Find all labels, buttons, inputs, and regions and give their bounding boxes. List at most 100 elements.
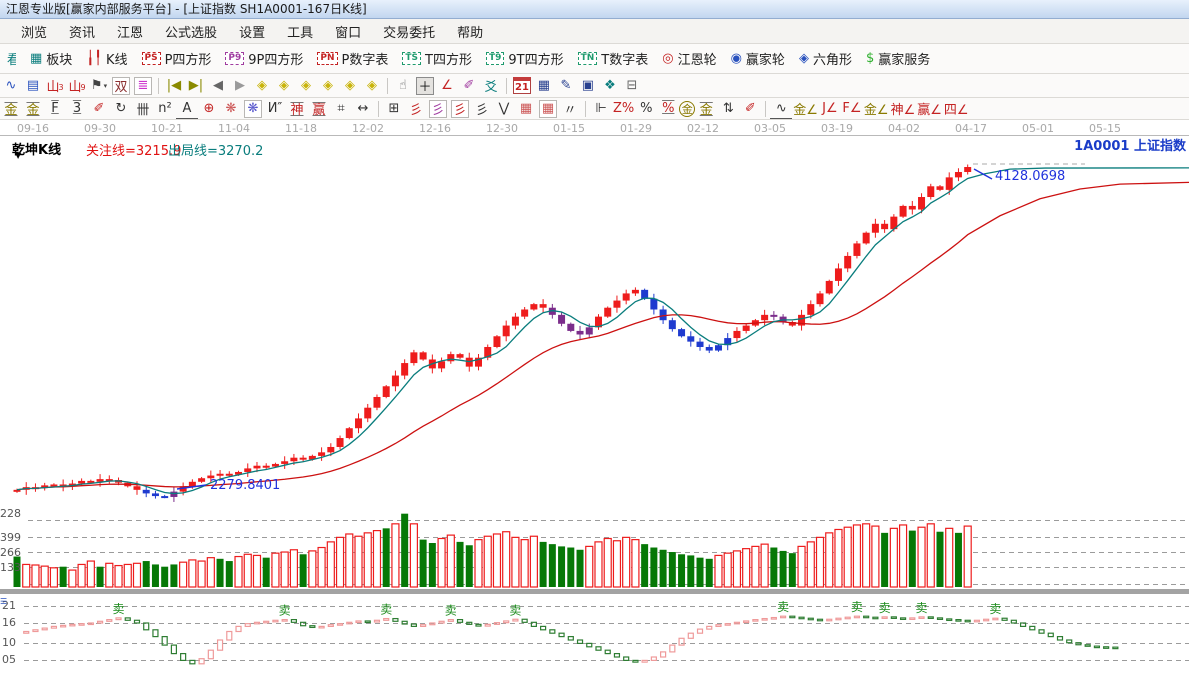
angle-line-tool-icon[interactable]: A [176, 98, 198, 119]
j-angle-tool-icon[interactable]: J∠ [819, 98, 841, 119]
diamond-right-icon[interactable]: ◈ [273, 74, 295, 97]
si-angle-tool-icon[interactable]: 四∠ [943, 98, 970, 119]
menu-item-trade-entrust[interactable]: 交易委托 [372, 20, 446, 43]
fan-red-box-tool-icon[interactable]: 彡 [451, 100, 469, 118]
svg-text:228: 228 [0, 507, 21, 520]
market-view-icon[interactable]: ❖ [599, 74, 621, 97]
menu-item-browse[interactable]: 浏览 [10, 20, 58, 43]
f-angle-tool-icon[interactable]: F∠ [841, 98, 863, 119]
clipped-home-icon[interactable]: 看 [0, 44, 23, 73]
flag-marker-icon[interactable]: ⚑▾ [88, 74, 110, 97]
next-bar-icon[interactable]: ▶ [229, 74, 251, 97]
calendar-icon[interactable]: 21 [513, 77, 531, 94]
parallel-lines-tool-icon[interactable]: 〃 [559, 98, 581, 119]
calculator-icon[interactable]: ▦ [533, 74, 555, 97]
printer-icon[interactable]: ⊟ [621, 74, 643, 97]
ruler-123-tool-icon[interactable]: ⌗ [330, 98, 352, 119]
9p-square-button[interactable]: P99P四方形 [218, 44, 310, 73]
ying-tool-icon[interactable]: 赢 [308, 98, 330, 119]
shen-tool-icon[interactable]: 神 [286, 98, 308, 119]
ying-angle-tool-icon[interactable]: 赢∠ [916, 98, 943, 119]
wave-overlap-tool-icon[interactable]: ∿ [770, 98, 792, 119]
t-square-button[interactable]: TST四方形 [395, 44, 479, 73]
menu-item-formula-stock-pick[interactable]: 公式选股 [154, 20, 228, 43]
stats-bars-tool-icon[interactable]: ⊩ [590, 98, 612, 119]
gold-split-tool-icon[interactable]: 金 [0, 98, 22, 119]
notepad-icon[interactable]: ✎ [555, 74, 577, 97]
diamond-full-icon[interactable]: ◈ [361, 74, 383, 97]
n-square-tool-icon[interactable]: n² [154, 98, 176, 119]
gold-angle-tool-icon[interactable]: 金∠ [792, 98, 819, 119]
brush-red-tool-icon[interactable]: ✐ [739, 98, 761, 119]
p-number-table-button[interactable]: PNP数字表 [310, 44, 395, 73]
fan-black-tool-icon[interactable]: 彡 [471, 98, 493, 119]
first-bar-icon[interactable]: |◀ [163, 74, 185, 97]
gold-line-tool-icon[interactable]: 金 [695, 98, 717, 119]
menu-item-window[interactable]: 窗口 [324, 20, 372, 43]
percent-line-tool-icon[interactable]: % [657, 98, 679, 119]
chan-lines-icon[interactable]: 爻 [480, 74, 502, 97]
circle-cross-tool-icon[interactable]: ⊕ [198, 98, 220, 119]
percent-tool-icon[interactable]: % [635, 98, 657, 119]
price-grid2-tool-icon[interactable]: ▦ [539, 100, 557, 118]
hand-tool-icon[interactable]: ☝ [392, 74, 414, 97]
chart-canvas[interactable]: 09-1609-3010-2111-0411-1812-0212-1612-30… [0, 120, 1189, 677]
curve-tool-icon[interactable]: ∿ [0, 74, 22, 97]
save-icon[interactable]: ▣ [577, 74, 599, 97]
svg-text:04-02: 04-02 [888, 122, 920, 135]
gold2-angle-tool-icon[interactable]: 金∠ [863, 98, 890, 119]
info-panel-icon[interactable]: ▤ [22, 74, 44, 97]
svg-text:01-29: 01-29 [620, 122, 652, 135]
kline-button[interactable]: ╽╿K线 [79, 44, 134, 73]
kline-3-icon[interactable]: 山3 [44, 74, 66, 97]
sector-button[interactable]: ▦板块 [23, 44, 79, 73]
kline-3-icon-sub: 3 [58, 83, 63, 92]
winner-service-button[interactable]: $赢家服务 [859, 44, 937, 73]
window-titlebar[interactable]: 江恩专业版[赢家内部服务平台] - [上证指数 SH1A0001-167日K线] [0, 0, 1189, 19]
window-grid-tool-icon[interactable]: ⊞ [383, 98, 405, 119]
menu-item-gann[interactable]: 江恩 [106, 20, 154, 43]
fibo-f-tool-icon[interactable]: F [44, 98, 66, 119]
three-split-tool-icon[interactable]: 3 [66, 98, 88, 119]
draw-pen-tool-icon[interactable]: ✐ [88, 98, 110, 119]
percent-z-tool-icon[interactable]: Z% [612, 98, 635, 119]
p-square-button[interactable]: PSP四方形 [135, 44, 219, 73]
diamond-expand-icon[interactable]: ◈ [295, 74, 317, 97]
svg-text:05-15: 05-15 [1089, 122, 1121, 135]
hexagon-button[interactable]: ◈六角形 [792, 44, 859, 73]
zigzag-dot-tool-icon[interactable]: ⋁ [493, 98, 515, 119]
winner-wheel-button[interactable]: ◉赢家轮 [724, 44, 792, 73]
last-bar-icon[interactable]: ▶| [185, 74, 207, 97]
menu-item-news[interactable]: 资讯 [58, 20, 106, 43]
pen-purple-icon[interactable]: ✐ [458, 74, 480, 97]
menu-item-help[interactable]: 帮助 [446, 20, 494, 43]
gann-wheel-button[interactable]: ◎江恩轮 [655, 44, 723, 73]
kline-9-icon[interactable]: 山9 [66, 74, 88, 97]
menu-item-tools[interactable]: 工具 [276, 20, 324, 43]
prev-bar-icon[interactable]: ◀ [207, 74, 229, 97]
span-arrow-tool-icon[interactable]: ↔ [352, 98, 374, 119]
indicator-dropdown-caret[interactable]: ▼ [15, 151, 21, 160]
diamond-vertical-icon[interactable]: ◈ [339, 74, 361, 97]
diamond-left-icon[interactable]: ◈ [251, 74, 273, 97]
double-k-icon[interactable]: 双 [112, 77, 130, 95]
t-number-table-button[interactable]: TNT数字表 [571, 44, 656, 73]
fan-purple-box-tool-icon[interactable]: 彡 [429, 100, 447, 118]
updown-mark-tool-icon[interactable]: ⇅ [717, 98, 739, 119]
gann-circle-tool-icon[interactable]: ↻ [110, 98, 132, 119]
wave-mark-tool-icon[interactable]: И″ [264, 98, 286, 119]
color-histogram-icon[interactable]: ≣ [134, 77, 152, 95]
crosshair-tool-icon[interactable]: ＋ [416, 77, 434, 95]
time-ruler-tool-icon[interactable]: 卌 [132, 98, 154, 119]
gold-split2-tool-icon[interactable]: 金 [22, 98, 44, 119]
menu-item-settings[interactable]: 设置 [228, 20, 276, 43]
angle-measure-icon[interactable]: ∠ [436, 74, 458, 97]
gann-web-box-tool-icon[interactable]: ❋ [244, 100, 262, 118]
diamond-compress-icon[interactable]: ◈ [317, 74, 339, 97]
9t-square-button[interactable]: T99T四方形 [479, 44, 571, 73]
shen-angle-tool-icon[interactable]: 神∠ [890, 98, 917, 119]
fan-red-tool-icon[interactable]: 彡 [405, 98, 427, 119]
gann-web-tool-icon[interactable]: ❋ [220, 98, 242, 119]
gold-circle-tool-icon[interactable]: 金 [679, 101, 695, 117]
price-grid-tool-icon[interactable]: ▦ [515, 98, 537, 119]
